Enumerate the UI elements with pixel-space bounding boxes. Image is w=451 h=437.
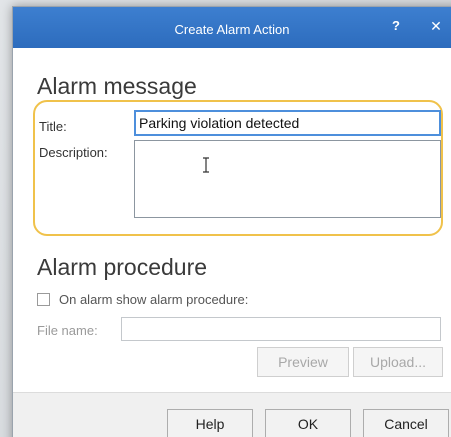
ibeam-cursor-icon — [203, 157, 209, 173]
close-icon[interactable]: ✕ — [425, 15, 447, 37]
cancel-button[interactable]: Cancel — [363, 409, 449, 437]
upload-button[interactable]: Upload... — [353, 347, 443, 377]
show-procedure-label: On alarm show alarm procedure: — [59, 292, 249, 307]
description-label: Description: — [39, 145, 108, 160]
description-textarea[interactable] — [134, 140, 441, 218]
title-label: Title: — [39, 119, 67, 134]
show-procedure-checkbox[interactable] — [37, 293, 50, 306]
create-alarm-action-dialog: Create Alarm Action ? ✕ Alarm message Ti… — [12, 6, 451, 437]
screen: Create Alarm Action ? ✕ Alarm message Ti… — [0, 0, 451, 437]
alarm-message-heading: Alarm message — [37, 73, 197, 99]
file-name-input[interactable] — [121, 317, 441, 341]
ok-button[interactable]: OK — [265, 409, 351, 437]
file-name-label: File name: — [37, 323, 98, 338]
alarm-procedure-heading: Alarm procedure — [37, 254, 208, 280]
help-button[interactable]: Help — [167, 409, 253, 437]
preview-button[interactable]: Preview — [257, 347, 349, 377]
dialog-titlebar: Create Alarm Action ? ✕ — [13, 7, 451, 48]
dialog-footer: Help OK Cancel — [13, 392, 451, 437]
help-icon[interactable]: ? — [385, 15, 407, 37]
title-input[interactable] — [134, 110, 441, 136]
